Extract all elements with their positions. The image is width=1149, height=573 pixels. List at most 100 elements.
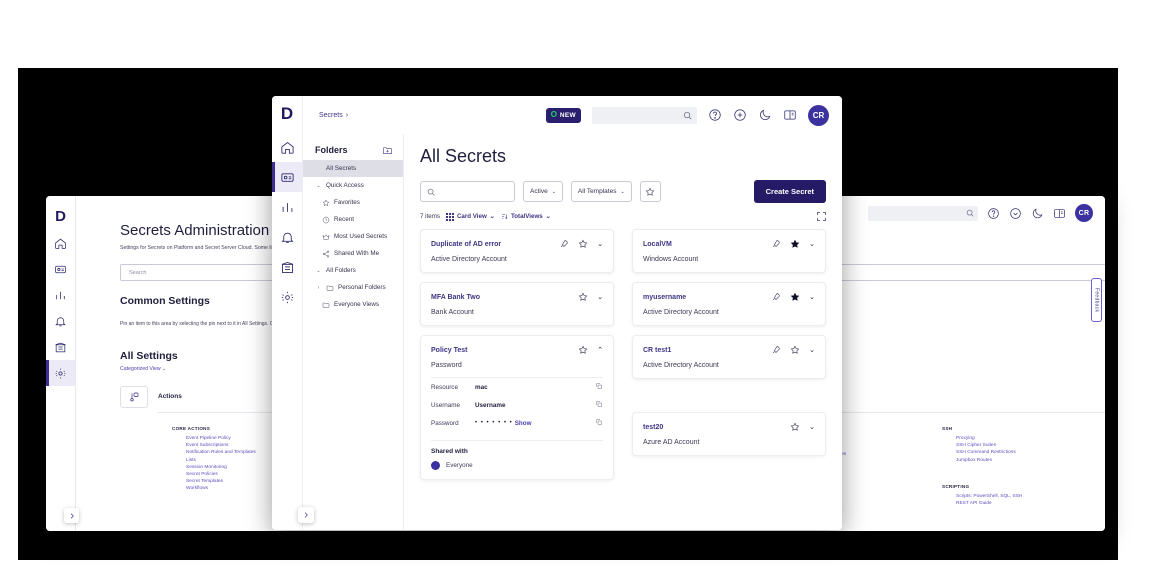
chevron-up-icon[interactable]: ⌃ (597, 347, 603, 354)
star-icon[interactable] (578, 239, 588, 249)
copy-icon[interactable] (595, 418, 603, 428)
launch-icon[interactable] (771, 345, 781, 355)
add-circle-icon[interactable] (733, 108, 747, 122)
star-icon[interactable] (790, 345, 800, 355)
settings-link[interactable]: Workflows (186, 485, 256, 492)
settings-link[interactable]: SSH Command Restrictions (956, 449, 1016, 456)
template-filter-dropdown[interactable]: All Templates ⌄ (570, 181, 632, 202)
folder-item-all-secrets[interactable]: All Secrets (303, 160, 403, 177)
secret-title[interactable]: CR test1 (643, 347, 671, 354)
fullscreen-icon[interactable] (817, 212, 826, 221)
chevron-down-icon[interactable]: ⌄ (809, 347, 815, 354)
add-folder-icon[interactable] (382, 145, 393, 156)
launch-icon[interactable] (771, 239, 781, 249)
dark-mode-icon[interactable] (758, 108, 772, 122)
categorized-view-dropdown[interactable]: Categorized View ⌄ (120, 366, 166, 372)
settings-link[interactable]: REST API Guide (956, 500, 1022, 507)
favorites-filter-button[interactable] (639, 181, 661, 202)
sidebar-item-home[interactable] (46, 230, 75, 256)
sidebar-item-alerts[interactable] (46, 308, 75, 334)
folder-item-all-folders[interactable]: ⌄ All Folders (303, 262, 403, 279)
breadcrumb[interactable]: Secrets › (319, 112, 348, 119)
settings-link[interactable]: Secret Templates (186, 478, 256, 485)
settings-link[interactable]: Event Pipeline Policy (186, 435, 256, 442)
panel-layout-icon[interactable] (783, 108, 797, 122)
secret-title[interactable]: LocalVM (643, 241, 672, 248)
expand-sidebar-button[interactable] (298, 507, 314, 523)
global-search-input[interactable] (592, 106, 697, 124)
sidebar-item-vault[interactable] (272, 252, 302, 282)
view-mode-dropdown[interactable]: Card View ⌄ (445, 212, 495, 221)
sidebar-item-home[interactable] (272, 132, 302, 162)
settings-link[interactable]: Secret Policies (186, 471, 256, 478)
show-password-link[interactable]: Show (515, 420, 532, 427)
folder-item-everyone-views[interactable]: Everyone Views (303, 296, 403, 313)
secret-card[interactable]: CR test1 ⌄ Active Directory Account (632, 335, 826, 379)
sidebar-item-vault[interactable] (46, 334, 75, 360)
secret-card-expanded[interactable]: Policy Test ⌃ Password Resource mac User… (420, 335, 614, 480)
star-icon[interactable] (790, 239, 800, 249)
secret-card[interactable]: test20 ⌄ Azure AD Account (632, 412, 826, 456)
sidebar-item-settings[interactable] (46, 360, 75, 386)
secret-card[interactable]: MFA Bank Two ⌄ Bank Account (420, 282, 614, 326)
folder-item-favorites[interactable]: Favorites (303, 194, 403, 211)
star-icon[interactable] (790, 422, 800, 432)
sidebar-item-secrets[interactable] (272, 162, 302, 192)
secret-card[interactable]: Duplicate of AD error ⌄ Active Directory… (420, 229, 614, 273)
settings-link[interactable]: Scripts: PowerShell, SQL, SSH (956, 493, 1022, 500)
secret-title[interactable]: test20 (643, 424, 663, 431)
feedback-tab[interactable]: Feedback (1091, 278, 1102, 322)
folder-item-recent[interactable]: Recent (303, 211, 403, 228)
sidebar-item-secrets[interactable] (46, 256, 75, 282)
search-input[interactable] (420, 181, 515, 202)
secret-card[interactable]: LocalVM ⌄ Windows Account (632, 229, 826, 273)
add-circle-icon[interactable] (1009, 207, 1022, 220)
folder-item-most-used-secrets[interactable]: Most Used Secrets (303, 228, 403, 245)
chevron-down-icon[interactable]: ⌄ (597, 241, 603, 248)
settings-link[interactable]: Session Monitoring (186, 464, 256, 471)
chevron-down-icon[interactable]: ⌄ (809, 424, 815, 431)
help-icon[interactable] (708, 108, 722, 122)
settings-link-partial[interactable]: lates (836, 451, 896, 458)
twisty[interactable]: › (315, 285, 322, 291)
help-icon[interactable] (987, 207, 1000, 220)
star-icon[interactable] (578, 292, 588, 302)
secret-title[interactable]: MFA Bank Two (431, 294, 480, 301)
sidebar-item-reports[interactable] (272, 192, 302, 222)
copy-icon[interactable] (595, 382, 603, 392)
secret-title[interactable]: Policy Test (431, 347, 467, 354)
avatar[interactable]: CR (808, 104, 829, 126)
global-search-input[interactable] (868, 205, 978, 221)
sidebar-item-settings[interactable] (272, 282, 302, 312)
settings-link[interactable]: Notification Rules and Templates (186, 449, 256, 456)
star-icon[interactable] (578, 345, 588, 355)
status-filter-dropdown[interactable]: Active ⌄ (523, 181, 563, 202)
folder-item-shared-with-me[interactable]: Shared With Me (303, 245, 403, 262)
chevron-down-icon[interactable]: ⌄ (597, 294, 603, 301)
settings-link[interactable]: Event Subscriptions (186, 442, 256, 449)
folder-item-quick-access[interactable]: ⌄ Quick Access (303, 177, 403, 194)
folder-item-personal-folders[interactable]: › Personal Folders (303, 279, 403, 296)
expand-sidebar-button[interactable] (64, 508, 79, 523)
secret-title[interactable]: myusername (643, 294, 686, 301)
launch-icon[interactable] (559, 239, 569, 249)
sort-dropdown[interactable]: TotalViews ⌄ (501, 213, 551, 220)
new-badge[interactable]: O NEW (545, 107, 581, 123)
settings-link[interactable]: Lists (186, 457, 256, 464)
sidebar-item-alerts[interactable] (272, 222, 302, 252)
settings-link[interactable]: SSH Cipher Suites (956, 442, 1016, 449)
avatar[interactable]: CR (1075, 204, 1093, 222)
star-icon[interactable] (790, 292, 800, 302)
secret-card[interactable]: myusername ⌄ Active Directory Account (632, 282, 826, 326)
launch-icon[interactable] (771, 292, 781, 302)
copy-icon[interactable] (595, 400, 603, 410)
chevron-down-icon[interactable]: ⌄ (809, 241, 815, 248)
settings-link[interactable]: Proxying (956, 435, 1016, 442)
dark-mode-icon[interactable] (1031, 207, 1044, 220)
panel-layout-icon[interactable] (1053, 207, 1066, 220)
chevron-down-icon[interactable]: ⌄ (809, 294, 815, 301)
settings-link[interactable]: Jumpbox Routes (956, 457, 1016, 464)
sidebar-item-reports[interactable] (46, 282, 75, 308)
secret-title[interactable]: Duplicate of AD error (431, 241, 501, 248)
create-secret-button[interactable]: Create Secret (753, 180, 826, 203)
